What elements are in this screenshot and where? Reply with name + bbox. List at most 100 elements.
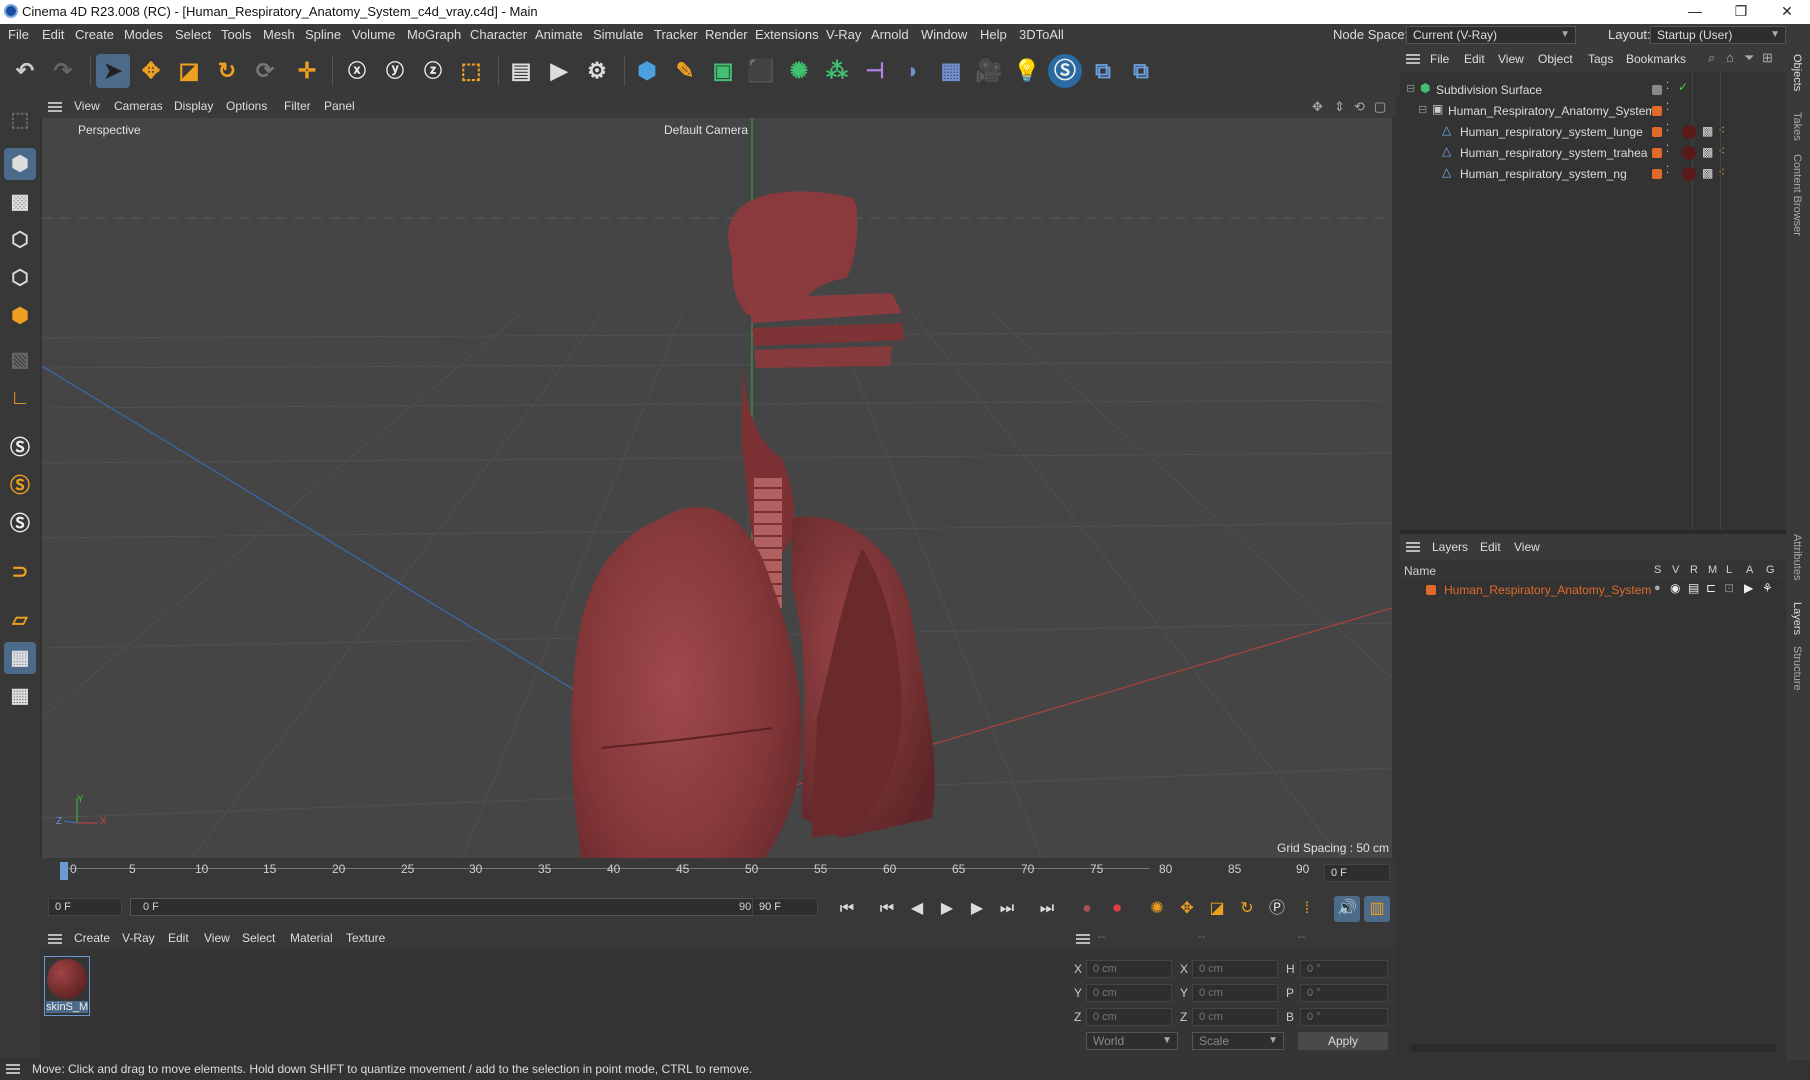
toggle-view-icon[interactable]: ▢ <box>1374 99 1386 115</box>
lock-icon[interactable]: ⊡ <box>1724 581 1734 595</box>
object-row-lunge[interactable]: △ Human_respiratory_system_lunge ⁚ ▩ ⁖ <box>1400 122 1786 143</box>
scale-y-field[interactable]: 0 cm <box>1192 984 1278 1002</box>
visibility-dots-icon[interactable]: ⁚ <box>1666 165 1669 176</box>
select-tool-button[interactable]: ➤ <box>96 54 130 88</box>
z-axis-lock-button[interactable]: ⓩ <box>416 54 450 88</box>
material-tag-icon[interactable] <box>1682 167 1696 181</box>
material-thumbnail[interactable]: skinS_M <box>44 956 90 1016</box>
object-menu-bookmarks[interactable]: Bookmarks <box>1626 52 1686 66</box>
vray-tag-icon[interactable]: ⁖ <box>1718 144 1725 158</box>
key-rotation-button[interactable]: ↻ <box>1234 896 1260 922</box>
3d-viewport[interactable]: Y X Z Perspective Default Camera Grid Sp… <box>42 118 1392 858</box>
menu-mesh[interactable]: Mesh <box>263 27 295 42</box>
subdivision-button[interactable]: ▣ <box>706 54 740 88</box>
material-menu-create[interactable]: Create <box>74 931 110 945</box>
live-move-button[interactable]: ✛ <box>290 54 324 88</box>
keyframe-selection-button[interactable]: ✺ <box>1144 896 1170 922</box>
move-tool-button[interactable]: ✥ <box>134 54 168 88</box>
layer-swatch[interactable] <box>1652 148 1662 158</box>
solo-icon[interactable]: ● <box>1654 582 1661 594</box>
new-window-icon[interactable]: ⊞ <box>1762 50 1773 66</box>
eye-icon[interactable]: ◉ <box>1670 581 1680 595</box>
current-frame-field[interactable]: 0 F <box>1324 864 1390 882</box>
hamburger-icon[interactable] <box>1406 542 1420 552</box>
menu-edit[interactable]: Edit <box>42 27 64 42</box>
mograph-button[interactable]: ⁂ <box>820 54 854 88</box>
material-menu-material[interactable]: Material <box>290 931 333 945</box>
filter-icon[interactable]: ⏷ <box>1744 50 1754 66</box>
menu-simulate[interactable]: Simulate <box>593 27 644 42</box>
redo-button[interactable]: ↷ <box>46 54 80 88</box>
play-button[interactable]: ▶ <box>934 896 960 922</box>
visibility-dots-icon[interactable]: ⁚ <box>1666 81 1669 92</box>
render-clapper-icon[interactable]: ▤ <box>1688 581 1699 595</box>
hamburger-icon[interactable] <box>48 102 62 112</box>
y-axis-lock-button[interactable]: ⓨ <box>378 54 412 88</box>
object-menu-view[interactable]: View <box>1498 52 1524 66</box>
prev-key-button[interactable]: ⏮ <box>874 896 900 922</box>
workplane-snap-button[interactable]: Ⓢ <box>4 508 36 540</box>
end-frame-field[interactable]: 90 F <box>752 898 818 916</box>
transform-mode-dropdown[interactable]: Scale ▼ <box>1192 1032 1284 1050</box>
home-icon[interactable]: ⌂ <box>1726 50 1734 65</box>
visibility-dots-icon[interactable]: ⁚ <box>1666 144 1669 155</box>
auto-key-button[interactable]: ⏺ <box>1104 896 1130 922</box>
viewport-menu-panel[interactable]: Panel <box>324 99 355 113</box>
transform-tool-button[interactable]: ⟳ <box>248 54 282 88</box>
uvw-tag-icon[interactable]: ▩ <box>1702 124 1713 138</box>
horizontal-scrollbar[interactable] <box>1410 1044 1776 1052</box>
rotate-tool-button[interactable]: ↻ <box>210 54 244 88</box>
deformer-button[interactable]: ⊣ <box>858 54 892 88</box>
menu-create[interactable]: Create <box>75 27 114 42</box>
tweak-mode-button[interactable]: ⊃ <box>4 556 36 588</box>
viewport-menu-filter[interactable]: Filter <box>284 99 311 113</box>
rotate-view-icon[interactable]: ⟲ <box>1354 99 1365 115</box>
pen-spline-button[interactable]: ✎ <box>668 54 702 88</box>
generator-icon[interactable]: ⚘ <box>1762 581 1773 595</box>
tab-takes[interactable]: Takes <box>1791 112 1803 141</box>
floor-button[interactable]: ▦ <box>934 54 968 88</box>
hamburger-icon[interactable] <box>6 1064 20 1074</box>
tab-layers[interactable]: Layers <box>1791 602 1803 635</box>
layer-menu-edit[interactable]: Edit <box>1480 540 1501 554</box>
cloner-button[interactable]: ✺ <box>782 54 816 88</box>
layer-swatch[interactable] <box>1652 106 1662 116</box>
position-y-field[interactable]: 0 cm <box>1086 984 1172 1002</box>
move-view-icon[interactable]: ✥ <box>1312 99 1323 115</box>
next-key-button[interactable]: ⏭ <box>994 896 1020 922</box>
menu-animate[interactable]: Animate <box>535 27 583 42</box>
timeline-window-button[interactable]: ▥ <box>1364 896 1390 922</box>
menu-extensions[interactable]: Extensions <box>755 27 819 42</box>
menu-3dtoall[interactable]: 3DToAll <box>1019 27 1064 42</box>
object-menu-edit[interactable]: Edit <box>1464 52 1485 66</box>
camera-button[interactable]: 🎥 <box>972 54 1006 88</box>
menu-help[interactable]: Help <box>980 27 1007 42</box>
menu-render[interactable]: Render <box>705 27 748 42</box>
scale-x-field[interactable]: 0 cm <box>1192 960 1278 978</box>
extrude-button[interactable]: ⬛ <box>744 54 778 88</box>
uv-mode-button[interactable]: ▧ <box>4 344 36 376</box>
layer-row[interactable]: Human_Respiratory_Anatomy_System ● ◉ ▤ ⊏… <box>1400 580 1786 600</box>
python-script-2-button[interactable]: ⧉ <box>1124 54 1158 88</box>
object-row-ng[interactable]: △ Human_respiratory_system_ng ⁚ ▩ ⁖ <box>1400 164 1786 185</box>
object-row-subdivision-surface[interactable]: ⊟ ⬢ Subdivision Surface ⁚ ✓ <box>1400 80 1786 101</box>
layer-swatch[interactable] <box>1652 127 1662 137</box>
polygon-mode-button[interactable]: ⬢ <box>4 300 36 332</box>
material-menu-select[interactable]: Select <box>242 931 275 945</box>
object-row-trahea[interactable]: △ Human_respiratory_system_trahea ⁚ ▩ ⁖ <box>1400 143 1786 164</box>
axis-mode-button[interactable]: ∟ <box>4 382 36 414</box>
visibility-dots-icon[interactable]: ⁚ <box>1666 123 1669 134</box>
key-parameter-button[interactable]: Ⓟ <box>1264 896 1290 922</box>
tab-attributes[interactable]: Attributes <box>1791 534 1803 580</box>
key-position-button[interactable]: ✥ <box>1174 896 1200 922</box>
scale-tool-button[interactable]: ◪ <box>172 54 206 88</box>
playhead[interactable] <box>60 862 68 880</box>
vray-tag-icon[interactable]: ⁖ <box>1718 165 1725 179</box>
timeline-ruler[interactable]: 0 5 10 15 20 25 30 35 40 45 50 55 60 65 … <box>40 858 1396 888</box>
vray-button[interactable]: Ⓢ <box>1048 54 1082 88</box>
menu-vray[interactable]: V-Ray <box>826 27 861 42</box>
hamburger-icon[interactable] <box>48 934 62 944</box>
minimize-button[interactable]: — <box>1672 0 1718 24</box>
menu-modes[interactable]: Modes <box>124 27 163 42</box>
menu-arnold[interactable]: Arnold <box>871 27 909 42</box>
